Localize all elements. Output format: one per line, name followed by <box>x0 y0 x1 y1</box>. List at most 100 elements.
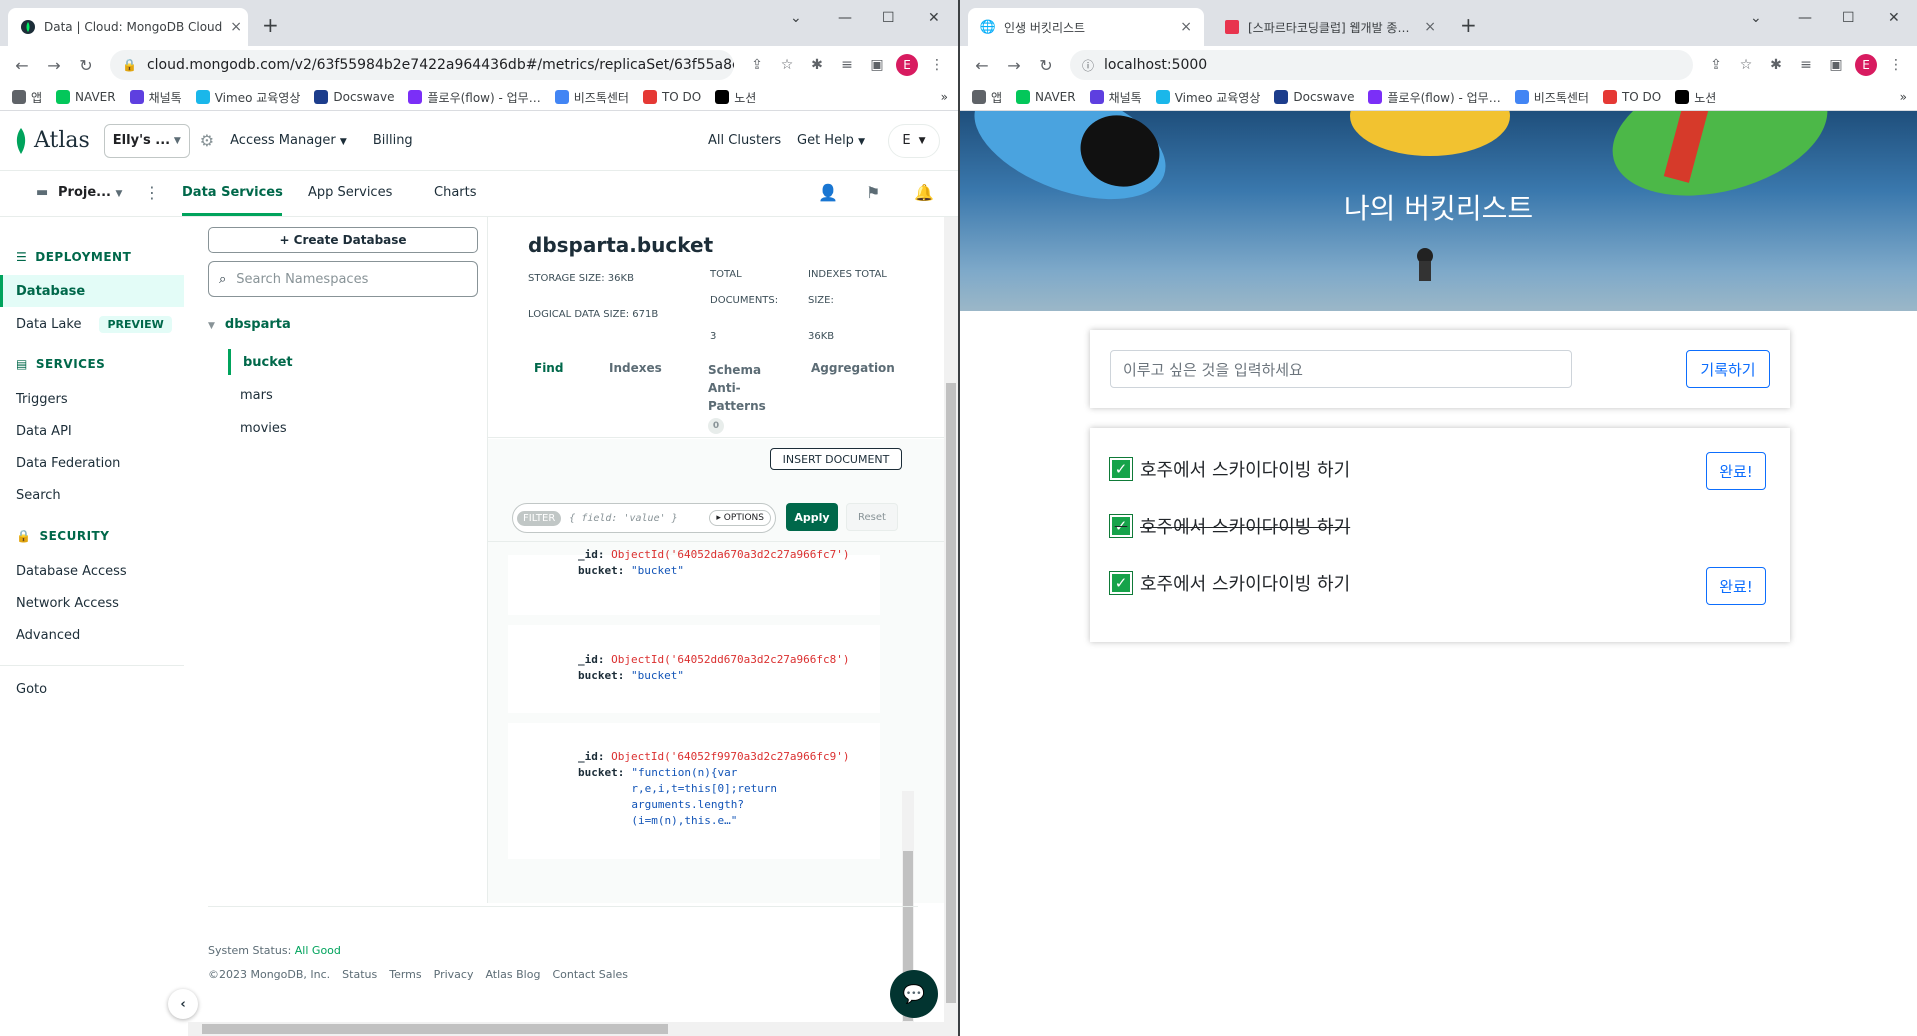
bookmark-item[interactable]: 노션 <box>715 89 756 106</box>
sidebar-item-goto[interactable]: Goto <box>16 682 47 697</box>
profile-avatar[interactable]: E <box>1853 52 1879 78</box>
footer-link-contact-sales[interactable]: Contact Sales <box>552 968 628 981</box>
bookmark-item[interactable]: 비즈톡센터 <box>554 89 629 106</box>
reload-icon[interactable]: ↻ <box>1032 51 1060 79</box>
extensions-icon[interactable]: ✱ <box>1763 52 1789 78</box>
minimize-icon[interactable]: — <box>838 10 852 26</box>
all-clusters-link[interactable]: All Clusters <box>708 133 781 148</box>
chevron-down-icon[interactable]: ⌄ <box>790 10 802 26</box>
sidepanel-icon[interactable]: ▣ <box>1823 52 1849 78</box>
db-tree-item[interactable]: ▼ dbsparta <box>208 317 291 332</box>
tab-close-icon[interactable]: × <box>1172 19 1192 35</box>
done-button[interactable]: 완료! <box>1706 567 1766 605</box>
forward-arrow-icon[interactable]: → <box>40 51 68 79</box>
search-namespaces-input[interactable]: ⌕ Search Namespaces <box>208 261 478 297</box>
chevron-down-icon[interactable]: ⌄ <box>1750 10 1762 26</box>
create-database-button[interactable]: + Create Database <box>208 227 478 253</box>
bookmark-item[interactable]: 플로우(flow) - 업무… <box>408 89 541 106</box>
sidebar-item-data-federation[interactable]: Data Federation <box>16 456 120 471</box>
new-tab-button[interactable]: + <box>1460 13 1477 37</box>
add-user-icon[interactable]: 👤 <box>818 183 838 202</box>
back-arrow-icon[interactable]: ← <box>8 51 36 79</box>
bookmark-item[interactable]: NAVER <box>1016 90 1076 104</box>
atlas-logo[interactable]: Atlas <box>14 127 90 154</box>
document-card[interactable]: _id: ObjectId('64052f9970a3d2c27a966fc9'… <box>508 723 880 859</box>
collapse-sidebar-button[interactable]: ‹ <box>168 989 198 1019</box>
bookmark-item[interactable]: TO DO <box>1602 90 1661 104</box>
profile-avatar[interactable]: E <box>894 52 920 78</box>
footer-link-privacy[interactable]: Privacy <box>434 968 474 981</box>
bookmark-item[interactable]: 채널톡 <box>129 89 182 106</box>
filter-input[interactable]: { field: 'value' } <box>569 513 677 524</box>
bookmark-star-icon[interactable]: ☆ <box>1733 52 1759 78</box>
bookmark-item[interactable]: 앱 <box>972 89 1002 106</box>
tab-schema-anti-patterns[interactable]: Schema Anti-Patterns 0 <box>708 361 768 434</box>
horizontal-scrollbar[interactable] <box>188 1022 944 1036</box>
reload-icon[interactable]: ↻ <box>72 51 100 79</box>
tab-close-icon[interactable]: × <box>222 19 242 35</box>
page-scrollbar[interactable] <box>944 217 958 1036</box>
bookmark-star-icon[interactable]: ☆ <box>774 52 800 78</box>
bookmark-item[interactable]: Docswave <box>314 90 394 104</box>
filter-bar[interactable]: FILTER { field: 'value' } ▸ OPTIONS <box>512 503 776 533</box>
bookmarks-overflow-icon[interactable]: » <box>1900 90 1907 104</box>
footer-link-status[interactable]: Status <box>342 968 377 981</box>
billing-link[interactable]: Billing <box>373 133 413 148</box>
address-bar[interactable]: 🔒 cloud.mongodb.com/v2/63f55984b2e7422a9… <box>110 50 734 80</box>
close-window-icon[interactable]: ✕ <box>1888 10 1900 26</box>
footer-link-terms[interactable]: Terms <box>389 968 421 981</box>
bookmark-item[interactable]: TO DO <box>642 90 701 104</box>
bookmark-item[interactable]: 비즈톡센터 <box>1514 89 1589 106</box>
activity-icon[interactable]: ⚑ <box>866 183 880 202</box>
extensions-icon[interactable]: ✱ <box>804 52 830 78</box>
bookmark-item[interactable]: 앱 <box>12 89 42 106</box>
tab-charts[interactable]: Charts <box>434 185 477 200</box>
gear-icon[interactable]: ⚙ <box>200 131 214 150</box>
collection-bucket[interactable]: bucket <box>228 349 293 375</box>
org-selector[interactable]: Elly's ... ▼ <box>103 123 190 158</box>
apply-button[interactable]: Apply <box>786 503 838 531</box>
bookmark-item[interactable]: Docswave <box>1274 90 1354 104</box>
media-icon[interactable]: ≡ <box>1793 52 1819 78</box>
chat-support-button[interactable]: 💬 <box>890 970 938 1018</box>
access-manager-menu[interactable]: Access Manager ▼ <box>230 133 347 148</box>
insert-document-button[interactable]: INSERT DOCUMENT <box>770 448 902 470</box>
back-arrow-icon[interactable]: ← <box>968 51 996 79</box>
sidebar-item-advanced[interactable]: Advanced <box>16 628 80 643</box>
document-card[interactable]: _id: ObjectId('64052da670a3d2c27a966fc7'… <box>508 548 880 615</box>
tab-close-icon[interactable]: × <box>1416 19 1436 35</box>
tab-data-services[interactable]: Data Services <box>182 185 283 200</box>
tab-app-services[interactable]: App Services <box>308 185 392 200</box>
tab-aggregation[interactable]: Aggregation <box>811 361 895 375</box>
close-window-icon[interactable]: ✕ <box>928 10 940 26</box>
forward-arrow-icon[interactable]: → <box>1000 51 1028 79</box>
collection-mars[interactable]: mars <box>240 388 273 403</box>
footer-link-atlas-blog[interactable]: Atlas Blog <box>485 968 540 981</box>
tab-indexes[interactable]: Indexes <box>609 361 662 375</box>
bookmark-item[interactable]: 노션 <box>1675 89 1716 106</box>
get-help-menu[interactable]: Get Help ▼ <box>797 133 865 148</box>
sidebar-item-database-access[interactable]: Database Access <box>16 564 127 579</box>
tab-find[interactable]: Find <box>534 361 563 375</box>
tab-mongodb[interactable]: Data | Cloud: MongoDB Cloud × <box>8 8 248 46</box>
record-button[interactable]: 기록하기 <box>1686 350 1770 388</box>
sidebar-item-data-lake[interactable]: Data Lake PREVIEW <box>16 316 172 333</box>
share-icon[interactable]: ⇪ <box>1703 52 1729 78</box>
vertical-dots-icon[interactable]: ⋮ <box>144 183 160 202</box>
more-menu-icon[interactable]: ⋮ <box>924 52 950 78</box>
document-card[interactable]: _id: ObjectId('64052dd670a3d2c27a966fc8'… <box>508 625 880 713</box>
tab-sparta[interactable]: [스파르타코딩클럽] 웹개발 종합… × <box>1212 8 1448 46</box>
sidebar-item-database[interactable]: Database <box>0 275 184 307</box>
maximize-icon[interactable]: ☐ <box>1842 10 1855 26</box>
share-icon[interactable]: ⇪ <box>744 52 770 78</box>
new-tab-button[interactable]: + <box>262 13 279 37</box>
done-button[interactable]: 완료! <box>1706 452 1766 490</box>
media-icon[interactable]: ≡ <box>834 52 860 78</box>
user-menu[interactable]: E ▼ <box>888 123 940 158</box>
options-toggle[interactable]: ▸ OPTIONS <box>709 510 771 526</box>
collection-movies[interactable]: movies <box>240 421 287 436</box>
bookmark-item[interactable]: Vimeo 교육영상 <box>1155 89 1260 106</box>
address-bar[interactable]: ⓘ localhost:5000 <box>1070 50 1693 80</box>
sidebar-item-data-api[interactable]: Data API <box>16 424 72 439</box>
maximize-icon[interactable]: ☐ <box>882 10 895 26</box>
